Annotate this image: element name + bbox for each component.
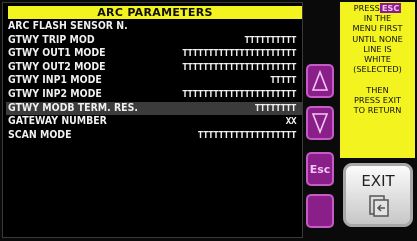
param-row-gtwy-modb-term-res[interactable]: GTWY MODB TERM. RES. TTTTTTTT [6, 101, 302, 116]
param-label: GTWY TRIP MOD [8, 34, 95, 46]
help-line: (SELECTED) [353, 64, 402, 75]
param-label: GTWY MODB TERM. RES. [8, 102, 138, 114]
help-line: LINE IS [363, 43, 392, 54]
help-spacer [340, 74, 415, 84]
param-row-gtwy-inp1-mode[interactable]: GTWY INP1 MODE TTTTT [6, 74, 302, 88]
help-line-1: PRESS ESC [340, 3, 415, 13]
esc-button-label: Esc [309, 162, 331, 176]
help-line: TO RETURN [353, 105, 402, 116]
help-press-text: PRESS [353, 3, 380, 13]
panel-title: ARC PARAMETERS [8, 6, 302, 19]
help-line: WHITE [364, 54, 391, 65]
param-row-scan-mode[interactable]: SCAN MODE TTTTTTTTTTTTTTTTTTT [6, 129, 302, 143]
param-row-gtwy-out2-mode[interactable]: GTWY OUT2 MODE TTTTTTTTTTTTTTTTTTTTTT [6, 61, 302, 75]
scroll-down-button[interactable] [306, 106, 334, 140]
param-value: XX [285, 116, 297, 128]
triangle-down-icon [311, 113, 329, 135]
parameter-list: ARC FLASH SENSOR N. GTWY TRIP MOD TTTTTT… [6, 20, 302, 142]
param-row-arc-flash-sensor[interactable]: ARC FLASH SENSOR N. [6, 20, 302, 34]
param-label: GTWY OUT1 MODE [8, 48, 106, 60]
esc-chip: ESC [379, 3, 402, 13]
param-label: GATEWAY NUMBER [8, 116, 107, 128]
param-row-gtwy-trip-mod[interactable]: GTWY TRIP MOD TTTTTTTTTT [6, 34, 302, 48]
param-value: TTTTT [270, 75, 296, 87]
help-panel: PRESS ESC IN THE MENU FIRST UNTIL NONE LI… [340, 2, 415, 158]
param-value: TTTTTTTTTTTTTTTTTTTTTT [182, 48, 296, 60]
help-line: IN THE [363, 13, 392, 24]
hmi-screen: ARC PARAMETERS ARC FLASH SENSOR N. GTWY … [0, 0, 417, 241]
scroll-up-button[interactable] [306, 64, 334, 98]
param-value: TTTTTTTTTTTTTTTTTTT [197, 129, 297, 141]
param-label: GTWY INP2 MODE [8, 88, 102, 100]
exit-button[interactable]: EXIT [343, 163, 413, 227]
triangle-up-icon [311, 69, 329, 91]
help-line: PRESS EXIT [354, 94, 401, 105]
help-line: UNTIL NONE [352, 33, 403, 44]
exit-button-label: EXIT [361, 172, 395, 190]
param-label: ARC FLASH SENSOR N. [8, 21, 128, 32]
blank-button[interactable] [306, 194, 334, 228]
exit-arrow-icon [369, 195, 389, 217]
help-line: THEN [366, 84, 389, 95]
param-value: TTTTTTTT [254, 102, 297, 114]
esc-button[interactable]: Esc [306, 152, 334, 186]
help-line: MENU FIRST [352, 23, 403, 34]
parameter-panel: ARC PARAMETERS ARC FLASH SENSOR N. GTWY … [2, 2, 303, 238]
param-label: GTWY INP1 MODE [8, 75, 102, 87]
param-label: SCAN MODE [8, 129, 72, 141]
param-row-gtwy-inp2-mode[interactable]: GTWY INP2 MODE TTTTTTTTTTTTTTTTTTTTTT [6, 88, 302, 102]
param-row-gtwy-out1-mode[interactable]: GTWY OUT1 MODE TTTTTTTTTTTTTTTTTTTTTT [6, 47, 302, 61]
param-value: TTTTTTTTTTTTTTTTTTTTTT [182, 61, 296, 73]
param-row-gateway-number[interactable]: GATEWAY NUMBER XX [6, 115, 302, 129]
param-value: TTTTTTTTTTTTTTTTTTTTTT [182, 88, 296, 100]
navigation-column: Esc [304, 2, 338, 236]
param-value: TTTTTTTTTT [244, 34, 296, 46]
param-label: GTWY OUT2 MODE [8, 61, 106, 73]
